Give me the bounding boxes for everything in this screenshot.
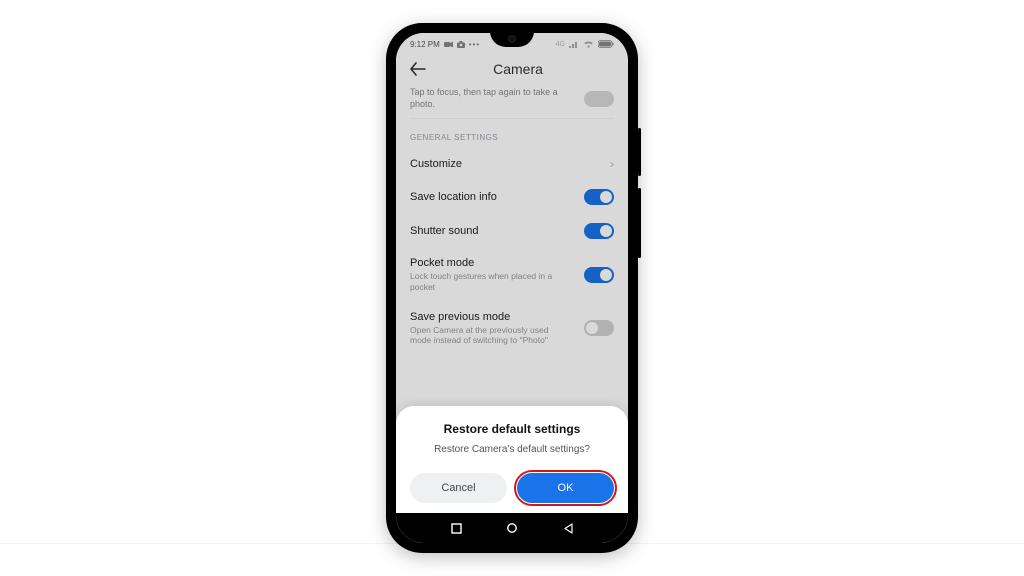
section-header: GENERAL SETTINGS <box>410 133 614 142</box>
truncated-setting-row[interactable]: Tap to focus, then tap again to take a p… <box>410 87 614 119</box>
side-button <box>638 188 641 258</box>
circle-icon <box>506 522 518 534</box>
cancel-button-label: Cancel <box>441 482 475 494</box>
signal-icon <box>569 40 579 48</box>
triangle-left-icon <box>563 523 574 534</box>
video-icon <box>444 41 453 48</box>
row-label: Save previous mode <box>410 311 560 323</box>
row-save-location[interactable]: Save location info <box>410 180 614 214</box>
row-sublabel: Open Camera at the previously used mode … <box>410 325 560 346</box>
dialog-message: Restore Camera's default settings? <box>410 444 614 455</box>
cancel-button[interactable]: Cancel <box>410 473 507 503</box>
phone-frame: 9:12 PM ••• 4G <box>386 23 638 553</box>
row-label: Pocket mode <box>410 257 560 269</box>
row-label: Customize <box>410 158 462 170</box>
side-button <box>638 128 641 176</box>
square-icon <box>451 523 462 534</box>
ok-button[interactable]: OK <box>517 473 614 503</box>
battery-icon <box>598 40 614 48</box>
row-shutter-sound[interactable]: Shutter sound <box>410 214 614 248</box>
page-title: Camera <box>420 61 616 77</box>
row-sublabel: Lock touch gestures when placed in a poc… <box>410 271 560 292</box>
row-label: Shutter sound <box>410 225 479 237</box>
chevron-right-icon: › <box>610 157 614 171</box>
toggle-disabled-icon <box>584 91 614 107</box>
app-bar: Camera <box>396 55 628 87</box>
toggle-shutter-sound[interactable] <box>584 223 614 239</box>
dialog-title: Restore default settings <box>410 422 614 436</box>
toggle-save-location[interactable] <box>584 189 614 205</box>
nav-home-button[interactable] <box>505 521 519 535</box>
more-icon: ••• <box>469 40 480 49</box>
phone-screen: 9:12 PM ••• 4G <box>396 33 628 543</box>
network-label: 4G <box>556 41 565 48</box>
row-save-previous[interactable]: Save previous mode Open Camera at the pr… <box>410 302 614 355</box>
row-customize[interactable]: Customize › <box>410 148 614 180</box>
wifi-icon <box>583 40 594 48</box>
truncated-line: Tap to focus, then tap again to take a <box>410 87 558 99</box>
ok-button-label: OK <box>558 482 574 494</box>
truncated-line: photo. <box>410 99 558 111</box>
row-label: Save location info <box>410 191 497 203</box>
dialog-restore-defaults: Restore default settings Restore Camera'… <box>396 406 628 513</box>
nav-recent-button[interactable] <box>449 521 463 535</box>
toggle-pocket-mode[interactable] <box>584 267 614 283</box>
status-time: 9:12 PM <box>410 40 440 49</box>
nav-back-button[interactable] <box>561 521 575 535</box>
camera-icon <box>457 41 465 48</box>
toggle-save-previous[interactable] <box>584 320 614 336</box>
row-pocket-mode[interactable]: Pocket mode Lock touch gestures when pla… <box>410 248 614 301</box>
android-nav-bar <box>396 513 628 543</box>
